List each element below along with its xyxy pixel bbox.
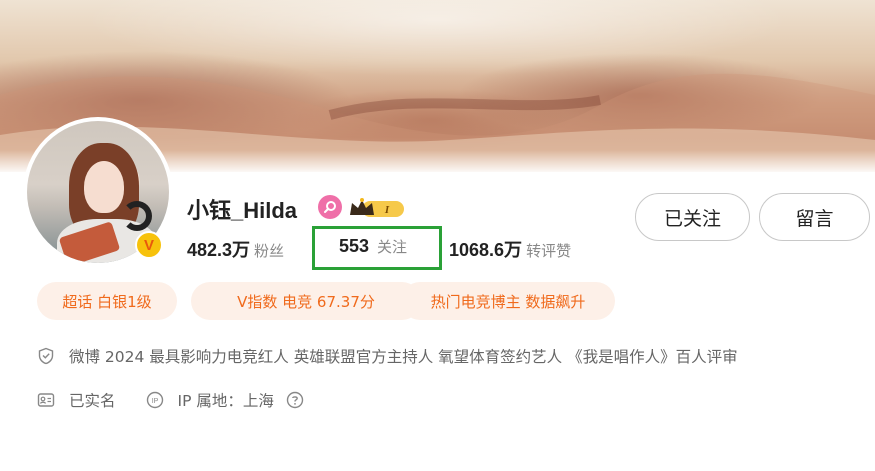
real-name-text: 已实名 — [69, 392, 116, 410]
reposts-count: 1068.6万 — [449, 240, 523, 260]
pink-badge-icon[interactable] — [318, 195, 342, 219]
followed-button[interactable]: 已关注 — [635, 193, 750, 241]
verified-badge-icon: V — [135, 231, 163, 259]
verification-text: 微博 2024 最具影响力电竞红人 英雄联盟官方主持人 氧望体育签约艺人 《我是… — [69, 348, 738, 366]
help-circle-icon[interactable] — [286, 391, 304, 409]
crown-icon[interactable]: I — [348, 197, 406, 219]
reposts-label: 转评赞 — [526, 242, 572, 260]
identity-row: 已实名 IP IP 属地：上海 — [37, 388, 304, 412]
tag-v-index[interactable]: V指数 电竞 67.37分 — [191, 282, 421, 320]
ip-location-text: IP 属地：上海 — [177, 392, 274, 410]
ip-icon: IP — [146, 391, 164, 409]
tag-super-topic[interactable]: 超话 白银1级 — [37, 282, 177, 320]
verified-badge-letter: V — [143, 236, 154, 254]
fans-label: 粉丝 — [254, 242, 285, 260]
id-card-icon — [37, 391, 55, 409]
verification-row: 微博 2024 最具影响力电竞红人 英雄联盟官方主持人 氧望体育签约艺人 《我是… — [37, 344, 738, 368]
tag-hot-blogger[interactable]: 热门电竞博主 数据飙升 — [401, 282, 615, 320]
reposts-stat[interactable]: 1068.6万 转评赞 — [449, 236, 571, 262]
fans-count: 482.3万 — [187, 240, 251, 260]
username: 小钰_Hilda — [187, 198, 298, 223]
message-button[interactable]: 留言 — [759, 193, 870, 241]
level-badge-text: I — [384, 204, 390, 216]
svg-text:IP: IP — [151, 398, 158, 405]
fans-stat[interactable]: 482.3万 粉丝 — [187, 236, 284, 262]
following-highlight-box — [312, 226, 442, 270]
shield-check-icon — [37, 347, 55, 365]
